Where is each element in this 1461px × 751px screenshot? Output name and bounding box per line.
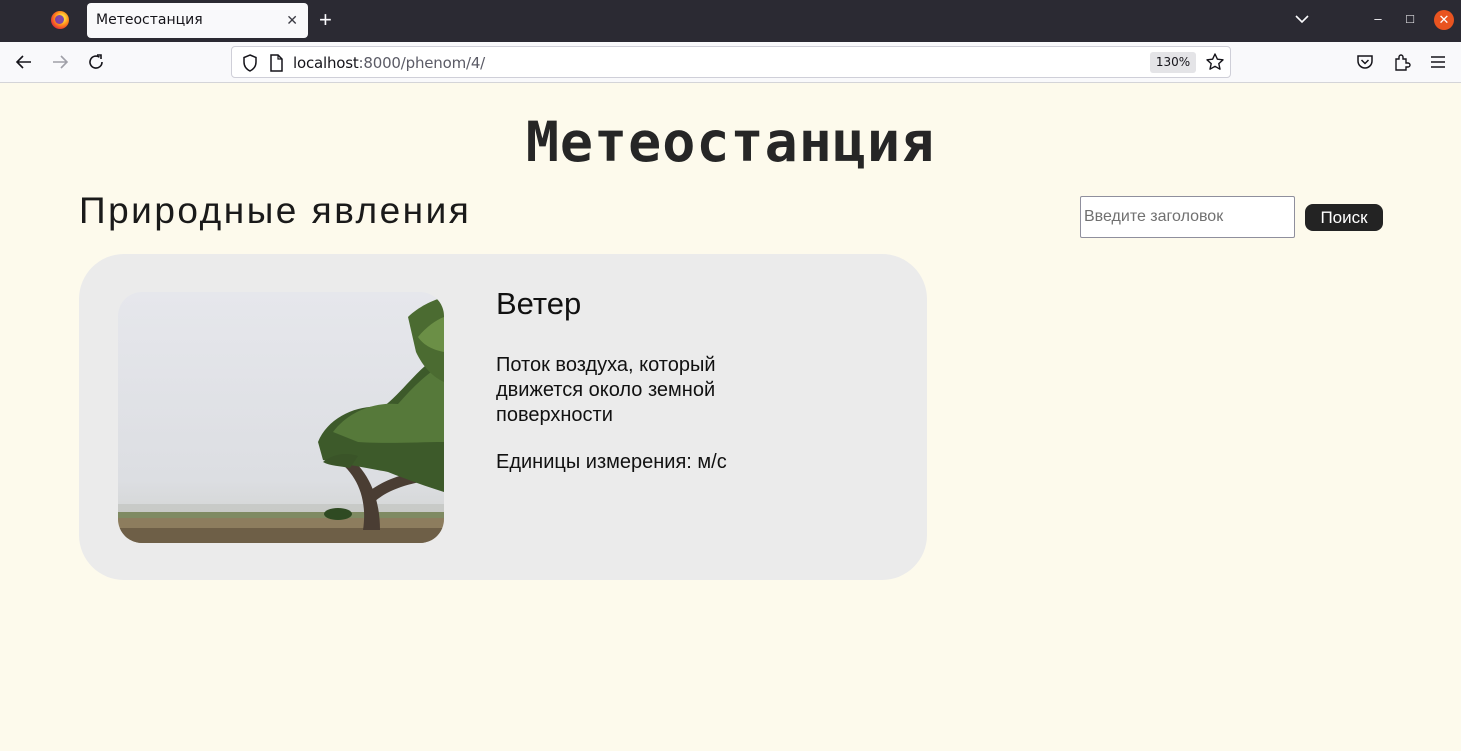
firefox-logo-icon[interactable] (51, 11, 69, 29)
tab-title: Метеостанция (96, 12, 203, 28)
search-button[interactable]: Поиск (1305, 204, 1383, 231)
wind-tree-image (118, 292, 444, 543)
pocket-icon[interactable] (1354, 51, 1376, 73)
page-info-icon[interactable] (269, 54, 283, 77)
list-all-tabs-chevron-icon[interactable] (1293, 8, 1311, 30)
site-title: Метеостанция (525, 110, 936, 174)
browser-titlebar: Метеостанция ✕ + – □ ✕ (0, 0, 1461, 42)
close-window-button[interactable]: ✕ (1434, 10, 1454, 30)
browser-tab[interactable]: Метеостанция ✕ (87, 3, 308, 38)
zoom-level-badge[interactable]: 130% (1150, 52, 1196, 73)
menu-hamburger-icon[interactable] (1427, 51, 1449, 73)
url-bar[interactable]: localhost:8000/phenom/4/ 130% (231, 46, 1231, 78)
tab-close-icon[interactable]: ✕ (286, 11, 298, 29)
phenomenon-card[interactable]: Ветер Поток воздуха, который движется ок… (79, 254, 927, 580)
back-arrow-icon[interactable] (13, 51, 35, 73)
browser-navbar: localhost:8000/phenom/4/ 130% (0, 42, 1461, 83)
section-title: Природные явления (79, 190, 472, 231)
card-description: Поток воздуха, который движется около зе… (496, 354, 716, 426)
forward-arrow-icon[interactable] (49, 51, 71, 73)
url-path: :8000/phenom/4/ (358, 54, 486, 72)
tracking-shield-icon[interactable] (242, 54, 258, 77)
maximize-button[interactable]: □ (1401, 10, 1419, 28)
new-tab-button[interactable]: + (319, 7, 332, 33)
search-input[interactable] (1080, 196, 1295, 238)
url-host: localhost (293, 54, 359, 72)
card-title[interactable]: Ветер (496, 286, 581, 322)
url-text[interactable]: localhost:8000/phenom/4/ (293, 54, 485, 72)
bookmark-star-icon[interactable] (1205, 52, 1225, 77)
extensions-icon[interactable] (1391, 51, 1413, 73)
card-units: Единицы измерения: м/с (496, 451, 727, 473)
minimize-button[interactable]: – (1369, 10, 1387, 28)
reload-icon[interactable] (85, 51, 107, 73)
